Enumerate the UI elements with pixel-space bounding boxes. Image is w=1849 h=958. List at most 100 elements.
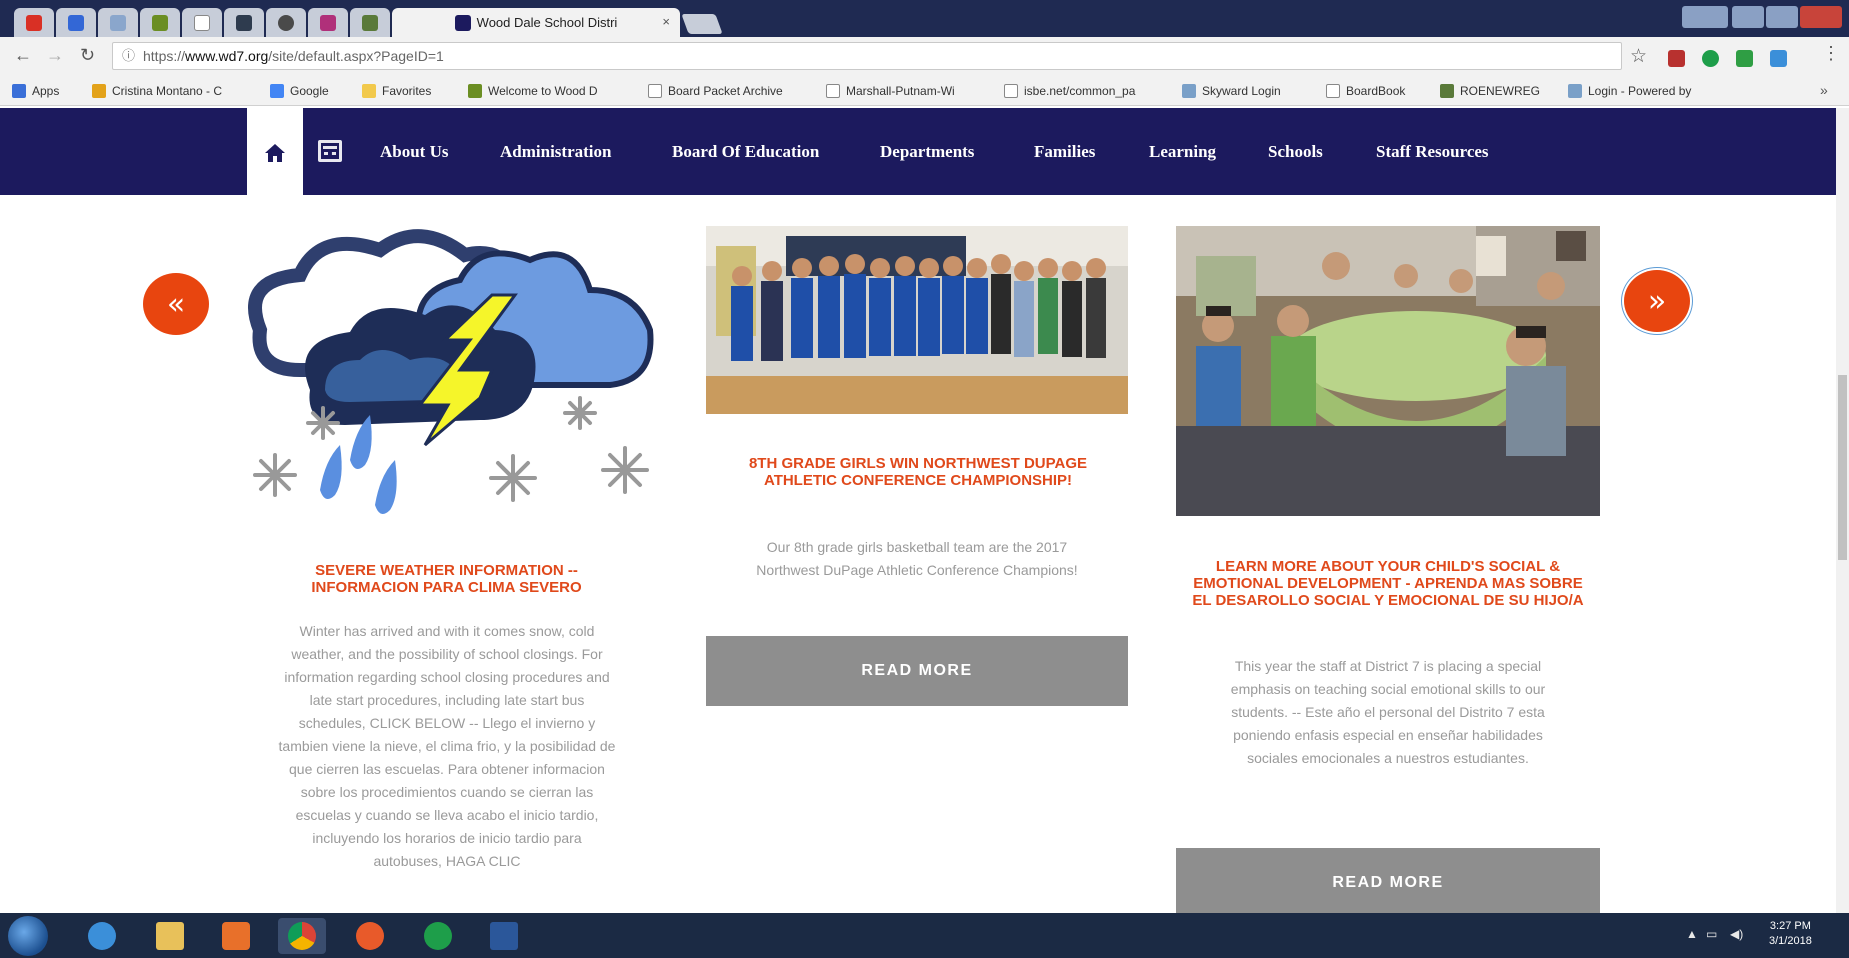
site-icon — [468, 84, 482, 98]
menu-kebab-icon[interactable]: ⋮ — [1822, 43, 1840, 64]
card-title-social-emotional[interactable]: LEARN MORE ABOUT YOUR CHILD'S SOCIAL & E… — [1182, 558, 1594, 609]
maximize-button[interactable] — [1766, 6, 1798, 28]
classroom-students-photo — [1176, 226, 1600, 516]
nav-schools[interactable]: Schools — [1268, 142, 1323, 162]
landscape-icon — [1440, 84, 1454, 98]
nav-departments[interactable]: Departments — [880, 142, 974, 162]
tab-site[interactable] — [140, 8, 180, 37]
bookmark-item[interactable]: Google — [270, 84, 329, 98]
taskbar-word[interactable] — [480, 918, 528, 954]
forward-arrow-icon[interactable]: → — [46, 45, 64, 66]
taskbar-chat[interactable] — [414, 918, 462, 954]
chat-icon — [424, 922, 452, 950]
reload-icon[interactable]: ↻ — [80, 45, 95, 66]
app-icon — [356, 922, 384, 950]
read-more-button-basketball[interactable]: READ MORE — [706, 636, 1128, 706]
page-icon — [648, 84, 662, 98]
read-more-button-social-emotional[interactable]: READ MORE — [1176, 848, 1600, 918]
close-window-button[interactable] — [1800, 6, 1842, 28]
tab-landscape[interactable] — [350, 8, 390, 37]
browser-toolbar: ← → ↻ ⓘ https://www.wd7.org/site/default… — [0, 37, 1849, 77]
close-tab-icon[interactable]: × — [662, 14, 670, 29]
url-path: /site/default.aspx?PageID=1 — [268, 48, 444, 64]
bookmark-item[interactable]: Apps — [12, 84, 59, 98]
tab-shield[interactable] — [308, 8, 348, 37]
bookmark-item[interactable]: Skyward Login — [1182, 84, 1281, 98]
nav-about-us[interactable]: About Us — [380, 142, 449, 162]
page-icon — [194, 14, 210, 31]
extension-icon[interactable] — [1736, 50, 1753, 67]
taskbar-app[interactable] — [346, 918, 394, 954]
tab-analytics[interactable] — [98, 8, 138, 37]
bookmark-star-icon[interactable]: ☆ — [1630, 45, 1647, 68]
back-arrow-icon[interactable]: ← — [14, 45, 32, 66]
volume-icon[interactable]: ◀) — [1730, 927, 1743, 941]
bookmark-item[interactable]: Marshall-Putnam-Wi — [826, 84, 955, 98]
bookmark-item[interactable]: Login - Powered by — [1568, 84, 1691, 98]
basketball-team-photo — [706, 226, 1128, 414]
address-bar[interactable]: ⓘ https://www.wd7.org/site/default.aspx?… — [112, 42, 1622, 70]
home-button[interactable] — [247, 108, 303, 198]
taskbar-ie[interactable] — [78, 918, 126, 954]
page-icon — [1326, 84, 1340, 98]
bookmarks-more-icon[interactable]: » — [1820, 82, 1828, 98]
extension-icon[interactable] — [1770, 50, 1787, 67]
info-icon[interactable]: ⓘ — [122, 43, 135, 69]
tab-settings[interactable] — [266, 8, 306, 37]
tray-arrow-icon[interactable]: ▲ — [1686, 927, 1698, 941]
bookmark-item[interactable]: BoardBook — [1326, 84, 1405, 98]
gear-icon — [278, 14, 294, 31]
chart-icon — [1568, 84, 1582, 98]
chrome-icon — [288, 922, 316, 950]
tab-wood-dale-active[interactable]: Wood Dale School Distri × — [392, 8, 680, 37]
new-tab-button[interactable] — [681, 14, 723, 34]
landscape-icon — [362, 14, 378, 31]
url-scheme: https:// — [143, 48, 186, 64]
tab-sheet[interactable] — [224, 8, 264, 37]
bookmark-item[interactable]: Cristina Montano - C — [92, 84, 222, 98]
taskbar-explorer[interactable] — [146, 918, 194, 954]
taskbar-media[interactable] — [212, 918, 260, 954]
tab-gmail[interactable] — [14, 8, 54, 37]
minimize-button[interactable] — [1732, 6, 1764, 28]
bookmark-item[interactable]: Board Packet Archive — [648, 84, 783, 98]
severe-weather-illustration — [248, 229, 654, 514]
bookmark-item[interactable]: Welcome to Wood D — [468, 84, 598, 98]
sheet-icon — [236, 14, 252, 31]
nav-board-of-education[interactable]: Board Of Education — [672, 142, 819, 162]
start-button[interactable] — [8, 916, 48, 956]
bookmark-item[interactable]: ROENEWREG — [1440, 84, 1540, 98]
bookmark-item[interactable]: Favorites — [362, 84, 431, 98]
nav-learning[interactable]: Learning — [1149, 142, 1216, 162]
nav-staff-resources[interactable]: Staff Resources — [1376, 142, 1489, 162]
page-icon — [1004, 84, 1018, 98]
page-scrollbar-thumb[interactable] — [1838, 375, 1847, 560]
carousel-prev-button[interactable]: « — [143, 273, 209, 335]
calendar-icon[interactable] — [318, 140, 342, 162]
carousel-next-button[interactable]: » — [1621, 267, 1693, 335]
tab-calendar[interactable] — [56, 8, 96, 37]
extension-icon[interactable] — [1702, 50, 1719, 67]
gmail-icon — [26, 14, 42, 31]
bookmark-item[interactable]: isbe.net/common_pa — [1004, 84, 1135, 98]
internet-explorer-icon — [88, 922, 116, 950]
card-title-basketball[interactable]: 8TH GRADE GIRLS WIN NORTHWEST DUPAGE ATH… — [728, 455, 1108, 489]
card-title-severe-weather[interactable]: SEVERE WEATHER INFORMATION -- INFORMACIO… — [274, 562, 619, 596]
system-clock[interactable]: 3:27 PM 3/1/2018 — [1769, 919, 1812, 949]
site-icon — [152, 14, 168, 31]
card-body-severe-weather: Winter has arrived and with it comes sno… — [278, 623, 616, 869]
tab-title: Wood Dale School Distri — [476, 15, 618, 30]
extension-icon[interactable] — [1668, 50, 1685, 67]
clock-date: 3/1/2018 — [1769, 935, 1812, 947]
nav-families[interactable]: Families — [1034, 142, 1095, 162]
tab-doc[interactable] — [182, 8, 222, 37]
taskbar-chrome[interactable] — [278, 918, 326, 954]
school-icon — [454, 14, 471, 31]
folder-icon — [156, 922, 184, 950]
nav-administration[interactable]: Administration — [500, 142, 611, 162]
network-icon[interactable]: ▭ — [1706, 927, 1717, 941]
window-user-icon[interactable] — [1682, 6, 1728, 28]
apps-grid-icon — [12, 84, 26, 98]
browser-tab-strip: Wood Dale School Distri × — [0, 0, 1849, 37]
google-icon — [270, 84, 284, 98]
